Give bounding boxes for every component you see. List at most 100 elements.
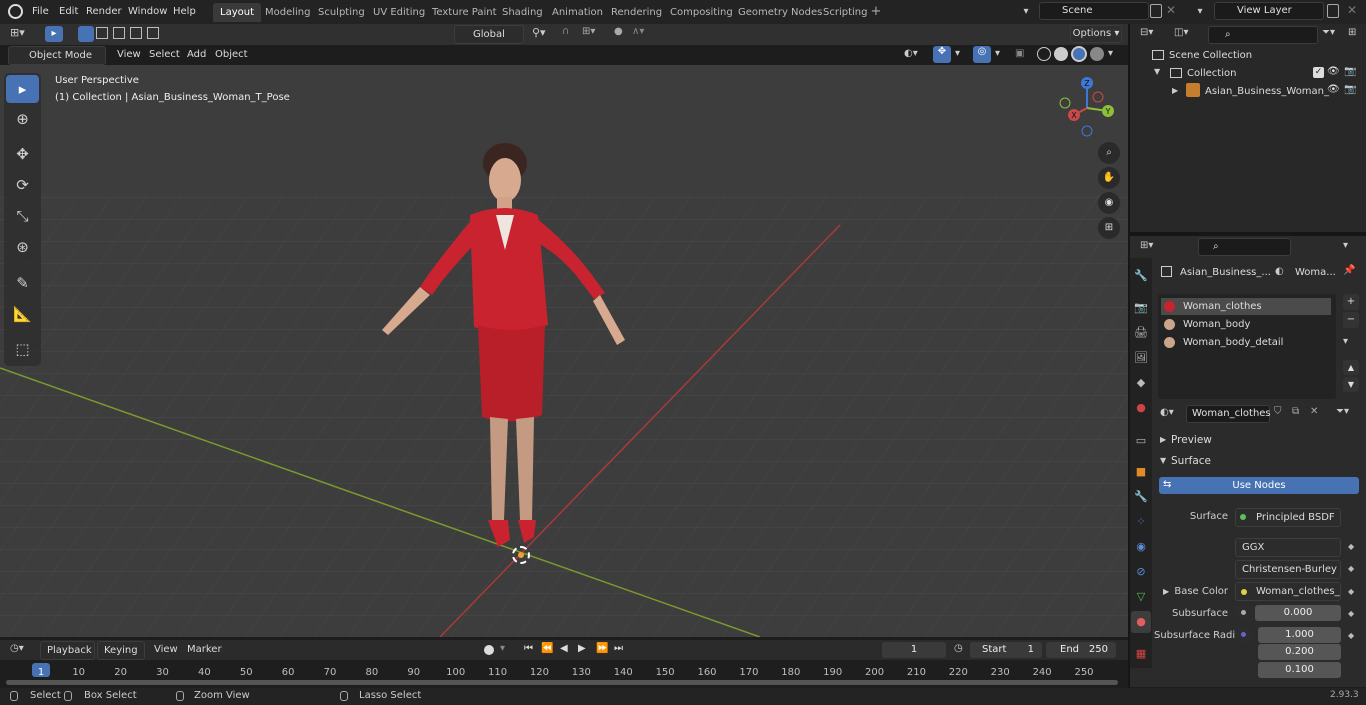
preview-range-icon[interactable]: ◷ — [954, 643, 963, 654]
object-eye-icon[interactable]: 👁 — [1327, 84, 1340, 95]
tab-shading[interactable]: Shading — [495, 3, 550, 22]
tab-modeling[interactable]: Modeling — [258, 3, 318, 22]
viewport-menu-select[interactable]: Select — [143, 46, 186, 64]
add-cube-tool-icon[interactable]: ⬚ — [6, 335, 39, 363]
editor-type-icon[interactable]: ⊞▾ — [10, 26, 34, 42]
prev-keyframe-icon[interactable]: ⏪ — [541, 643, 553, 654]
add-workspace-icon[interactable]: + — [868, 4, 884, 20]
modifier-tab-icon[interactable]: 🔧 — [1131, 486, 1151, 508]
proportional-edit-icon[interactable]: ● — [614, 26, 623, 37]
timeline-menu-view[interactable]: View — [148, 641, 184, 659]
base-color-keyframe-icon[interactable]: ◆ — [1348, 587, 1354, 596]
3d-viewport[interactable]: User Perspective (1) Collection | Asian_… — [0, 65, 1128, 637]
blender-logo-icon[interactable] — [8, 4, 23, 19]
outliner-editor-icon[interactable]: ⊟▾ — [1140, 27, 1153, 38]
gizmo-dropdown-icon[interactable]: ▾ — [955, 48, 960, 59]
texture-tab-icon[interactable]: ▦ — [1131, 643, 1151, 665]
next-keyframe-icon[interactable]: ⏩ — [596, 643, 608, 654]
constraints-tab-icon[interactable]: ⊘ — [1131, 561, 1151, 583]
scene-field[interactable]: Scene — [1039, 2, 1149, 20]
select-mode-extend-icon[interactable] — [96, 27, 108, 39]
new-collection-icon[interactable]: ⊞ — [1348, 27, 1356, 38]
snap-target-icon[interactable]: ⊞▾ — [582, 26, 595, 37]
duplicate-material-icon[interactable]: ⧉ — [1292, 406, 1299, 417]
move-tool-icon[interactable]: ✥ — [6, 140, 39, 168]
render-tab-icon[interactable]: 📷 — [1131, 297, 1151, 319]
shading-dropdown-icon[interactable]: ▾ — [1108, 48, 1113, 59]
shading-rendered-icon[interactable] — [1090, 47, 1104, 61]
jump-end-icon[interactable]: ⏭ — [614, 643, 623, 654]
navigation-gizmo[interactable]: Z Y X — [1052, 73, 1122, 143]
jump-start-icon[interactable]: ⏮ — [524, 643, 533, 654]
properties-options-icon[interactable]: ▾ — [1343, 240, 1348, 251]
collection-camera-icon[interactable]: 📷 — [1344, 66, 1356, 77]
view-layer-tab-icon[interactable]: 🖼 — [1131, 347, 1151, 369]
transform-orientation-dropdown[interactable]: Global — [454, 25, 524, 44]
scene-type-icon[interactable]: ▾ — [1014, 3, 1038, 21]
add-slot-icon[interactable]: + — [1343, 294, 1359, 310]
properties-search-input[interactable]: ⌕ — [1198, 238, 1291, 256]
object-camera-icon[interactable]: 📷 — [1344, 84, 1356, 95]
scene-tab-icon[interactable]: ◆ — [1131, 372, 1151, 394]
world-tab-icon[interactable]: ● — [1131, 397, 1151, 419]
timeline-menu-marker[interactable]: Marker — [181, 641, 228, 659]
overlays-dropdown-icon[interactable]: ▾ — [995, 48, 1000, 59]
subsurface-radius-keyframe-icon[interactable]: ◆ — [1348, 631, 1354, 640]
distribution-dropdown[interactable]: GGX — [1235, 538, 1341, 557]
material-name-field[interactable]: Woman_clothes — [1186, 405, 1271, 423]
surface-section-header[interactable]: Surface — [1171, 455, 1211, 467]
keying-menu[interactable]: Keying ▾ — [97, 641, 145, 673]
tab-scripting[interactable]: Scripting — [816, 3, 874, 22]
view-layer-type-icon[interactable]: ▾ — [1188, 3, 1212, 21]
move-slot-down-icon[interactable]: ▼ — [1343, 377, 1359, 392]
outliner-display-mode-icon[interactable]: ◫▾ — [1174, 27, 1188, 38]
subsurface-keyframe-icon[interactable]: ◆ — [1348, 609, 1354, 618]
close-scene-icon[interactable]: ✕ — [1166, 3, 1176, 17]
base-color-field[interactable]: Woman_clothes_Diff... — [1235, 582, 1341, 601]
outliner-scene-collection[interactable]: Scene Collection — [1169, 50, 1252, 61]
viewport-menu-object[interactable]: Object — [209, 46, 254, 64]
select-box-tool-icon[interactable]: ▸ — [6, 75, 39, 103]
subsurface-method-dropdown[interactable]: Christensen-Burley — [1235, 560, 1341, 579]
tab-geometry-nodes[interactable]: Geometry Nodes — [731, 3, 829, 22]
menu-render[interactable]: Render — [80, 3, 128, 21]
tool-tab-icon[interactable]: 🔧 — [1131, 265, 1151, 287]
snap-icon[interactable]: ∩ — [562, 26, 578, 42]
view-layer-field[interactable]: View Layer — [1214, 2, 1324, 20]
collection-checkbox[interactable]: ✓ — [1313, 67, 1324, 78]
unlink-material-icon[interactable]: ✕ — [1310, 406, 1318, 417]
particles-tab-icon[interactable]: ⁘ — [1131, 511, 1151, 533]
zoom-icon[interactable]: ⌕ — [1098, 142, 1120, 164]
collection-eye-icon[interactable]: 👁 — [1327, 66, 1340, 77]
outliner-object[interactable]: Asian_Business_Woman_ — [1205, 86, 1329, 97]
subsurface-radius-x-field[interactable]: 1.000 — [1258, 627, 1341, 643]
viewport-menu-add[interactable]: Add — [181, 46, 212, 64]
xray-toggle-icon[interactable]: ▣ — [1015, 48, 1024, 59]
shading-material-icon[interactable] — [1071, 46, 1087, 62]
transform-tool-icon[interactable]: ⊛ — [6, 233, 39, 261]
pivot-point-icon[interactable]: ⚲▾ — [532, 26, 546, 39]
outliner-collection[interactable]: Collection — [1187, 68, 1236, 79]
mode-dropdown[interactable]: Object Mode — [8, 46, 106, 65]
material-slot[interactable]: Woman_clothes — [1161, 298, 1331, 315]
measure-tool-icon[interactable]: 📐 — [6, 300, 39, 328]
subsurface-method-keyframe-icon[interactable]: ◆ — [1348, 564, 1354, 573]
frame-start-field[interactable]: Start 1 — [970, 642, 1042, 658]
outliner-search-input[interactable]: ⌕ — [1208, 26, 1318, 44]
current-frame-field[interactable]: 1 — [882, 642, 946, 658]
physics-tab-icon[interactable]: ◉ — [1131, 536, 1151, 558]
playback-menu[interactable]: Playback ▾ — [40, 641, 95, 673]
surface-section-arrow-icon[interactable]: ▼ — [1160, 456, 1166, 465]
close-view-layer-icon[interactable]: ✕ — [1347, 3, 1357, 17]
subsurface-radius-y-field[interactable]: 0.200 — [1258, 644, 1341, 660]
shading-solid-icon[interactable] — [1054, 47, 1068, 61]
slot-specials-icon[interactable]: ▾ — [1343, 336, 1348, 347]
subsurface-value-field[interactable]: 0.000 — [1255, 605, 1341, 621]
proportional-falloff-icon[interactable]: ∧▾ — [632, 26, 644, 37]
cursor-tool-icon[interactable]: ⊕ — [6, 105, 39, 133]
viewport-visibility-icon[interactable]: ◐▾ — [904, 48, 918, 59]
rotate-tool-icon[interactable]: ⟳ — [6, 171, 39, 199]
play-reverse-icon[interactable]: ◀ — [560, 643, 568, 654]
preview-section-header[interactable]: Preview — [1171, 434, 1212, 446]
annotate-tool-icon[interactable]: ✎ — [6, 269, 39, 297]
